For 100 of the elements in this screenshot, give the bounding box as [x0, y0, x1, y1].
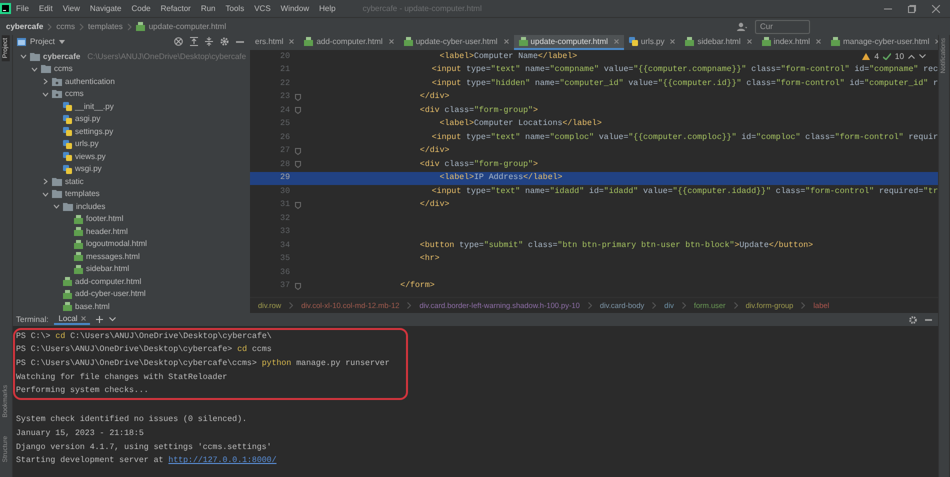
- menu-item[interactable]: Navigate: [84, 4, 126, 14]
- terminal-title: Terminal:: [16, 314, 48, 324]
- editor-tab[interactable]: ers.html: [250, 35, 300, 50]
- menu-item[interactable]: Window: [276, 4, 314, 14]
- tree-item[interactable]: sidebar.html: [86, 264, 130, 274]
- editor-tab[interactable]: urls.py: [624, 35, 680, 50]
- terminal-tab[interactable]: Local: [54, 314, 90, 326]
- html-file-icon: [74, 214, 83, 224]
- menu-item[interactable]: Run: [196, 4, 221, 14]
- locate-icon[interactable]: [174, 37, 183, 46]
- editor-tab[interactable]: update-cyber-user.html: [398, 35, 514, 50]
- tree-item[interactable]: ccms: [65, 89, 84, 100]
- dropdown-caret-icon[interactable]: [58, 40, 65, 44]
- line-number: 32: [280, 214, 290, 224]
- menu-item[interactable]: View: [58, 4, 85, 14]
- tree-item[interactable]: includes: [76, 202, 106, 212]
- close-tab-icon[interactable]: [504, 39, 509, 44]
- tree-item[interactable]: ccms: [54, 64, 73, 74]
- tree-item[interactable]: asgi.py: [75, 114, 100, 124]
- settings-icon[interactable]: [220, 37, 229, 46]
- fold-marker-icon[interactable]: [295, 161, 301, 168]
- fold-marker-icon[interactable]: [295, 107, 301, 114]
- menu-item[interactable]: File: [11, 4, 34, 14]
- tree-item[interactable]: add-cyber-user.html: [75, 289, 146, 300]
- fold-marker-icon[interactable]: [295, 94, 301, 101]
- tree-item[interactable]: urls.py: [75, 139, 99, 150]
- collapse-all-icon[interactable]: [205, 37, 213, 46]
- tree-item[interactable]: wsgi.py: [75, 164, 102, 174]
- chevron-down-icon[interactable]: [42, 90, 48, 98]
- tree-item[interactable]: logoutmodal.html: [86, 239, 147, 250]
- close-tab-icon[interactable]: [816, 39, 822, 44]
- close-tab-icon[interactable]: [80, 316, 86, 322]
- settings-icon[interactable]: [909, 316, 917, 324]
- hide-icon[interactable]: [236, 40, 244, 43]
- fold-marker-icon[interactable]: [295, 282, 301, 290]
- menu-item[interactable]: Code: [126, 4, 156, 14]
- chevron-right-icon[interactable]: [42, 178, 48, 186]
- nav-path-item[interactable]: templates: [88, 22, 123, 32]
- expand-all-icon[interactable]: [190, 37, 198, 46]
- line-number: 36: [280, 268, 290, 278]
- user-icon[interactable]: [737, 22, 747, 31]
- tree-item[interactable]: header.html: [86, 226, 128, 237]
- close-tab-icon[interactable]: [388, 39, 394, 44]
- chevron-right-icon: [47, 22, 52, 30]
- menu-item[interactable]: Refactor: [156, 4, 196, 14]
- tree-item[interactable]: templates: [65, 189, 100, 200]
- code-line: <div class="form-group">: [418, 106, 538, 116]
- tree-item[interactable]: __init__.py: [75, 102, 114, 112]
- panel-title[interactable]: Project: [30, 36, 55, 47]
- server-link[interactable]: http://127.0.0.1:8000/: [168, 456, 276, 466]
- tree-item[interactable]: settings.py: [75, 126, 114, 137]
- chevron-down-icon[interactable]: [108, 317, 116, 322]
- tree-item[interactable]: views.py: [75, 152, 106, 162]
- editor-tab[interactable]: index.html: [756, 35, 826, 50]
- close-tab-icon[interactable]: [670, 39, 676, 44]
- editor-tab[interactable]: add-computer.html: [299, 35, 399, 50]
- run-configuration-field[interactable]: Cur: [755, 20, 810, 34]
- close-icon[interactable]: [932, 4, 940, 12]
- code-line: <button type="submit" class="btn btn-primary btn-user btn-block">Update</button>: [418, 240, 814, 251]
- code-line: <input type="text" name="comploc" value="{{computer.comploc}}" id="comploc" class="form-control" requir: [430, 132, 938, 143]
- line-number: 37: [280, 281, 290, 292]
- code-line: <hr>: [418, 254, 440, 264]
- tree-item[interactable]: base.html: [75, 302, 110, 312]
- close-tab-icon[interactable]: [289, 39, 294, 44]
- html-file-icon: [74, 227, 83, 236]
- package-folder-icon: [52, 78, 62, 86]
- nav-path-item[interactable]: ccms: [56, 22, 76, 32]
- tree-item[interactable]: messages.html: [86, 252, 140, 262]
- tree-item[interactable]: footer.html: [86, 214, 124, 224]
- close-tab-icon[interactable]: [746, 39, 752, 44]
- line-number: 28: [280, 160, 290, 170]
- editor-tab[interactable]: update-computer.html: [514, 35, 624, 50]
- previous-icon[interactable]: [908, 54, 915, 60]
- fold-marker-icon[interactable]: [295, 202, 301, 209]
- menu-item[interactable]: Help: [314, 4, 341, 14]
- terminal-output: January 15, 2023 - 21:18:5: [16, 429, 144, 439]
- fold-marker-icon[interactable]: [295, 148, 301, 155]
- html-file-icon: [304, 37, 314, 46]
- tree-item[interactable]: add-computer.html: [75, 276, 142, 287]
- line-number: 21: [280, 65, 290, 76]
- next-icon[interactable]: [919, 54, 926, 60]
- nav-path-item[interactable]: update-computer.html: [148, 22, 226, 32]
- add-icon[interactable]: [96, 316, 103, 323]
- chevron-right-icon[interactable]: [42, 78, 48, 86]
- editor-tab[interactable]: sidebar.html: [680, 35, 757, 50]
- tree-item[interactable]: static: [65, 176, 84, 187]
- html-file-icon: [63, 290, 72, 299]
- line-number: 20: [280, 52, 290, 62]
- nav-path-item[interactable]: cybercafe: [6, 22, 44, 32]
- editor-tab[interactable]: manage-cyber-user.html: [826, 35, 938, 50]
- html-file-icon: [63, 277, 72, 286]
- restore-icon[interactable]: [908, 4, 916, 12]
- menu-item[interactable]: VCS: [249, 4, 276, 14]
- menu-item[interactable]: Edit: [34, 4, 58, 14]
- tree-item[interactable]: authentication: [65, 76, 115, 87]
- menu-item[interactable]: Tools: [220, 4, 250, 14]
- terminal-output: Starting development server at: [16, 456, 164, 466]
- breadcrumb-separator-icon: [734, 302, 738, 309]
- tree-item[interactable]: cybercafe: [43, 52, 80, 62]
- line-number: 30: [280, 186, 290, 197]
